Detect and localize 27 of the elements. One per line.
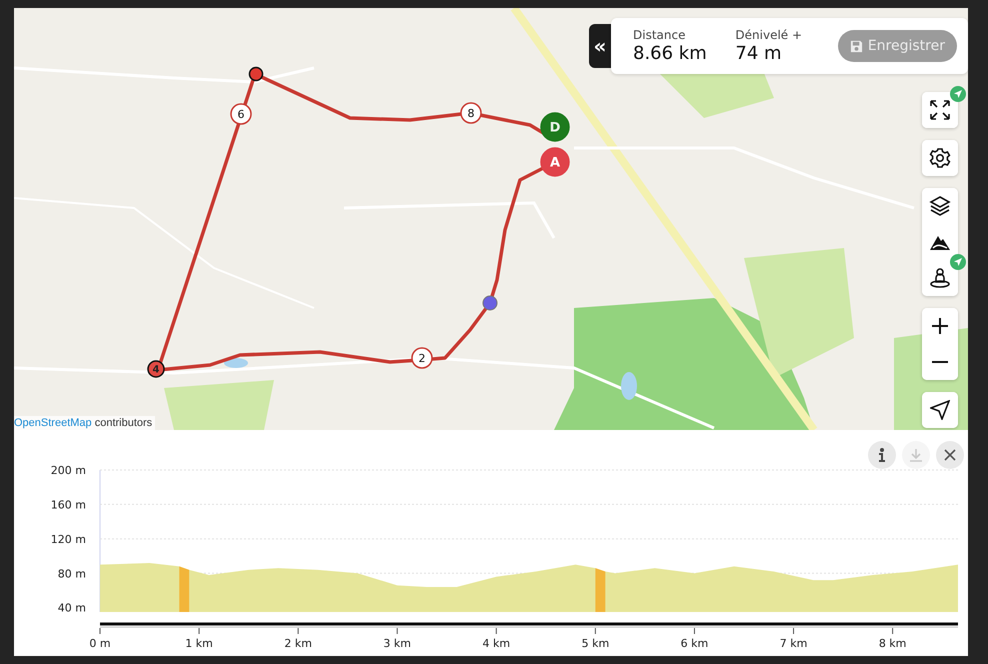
stat-label: Dénivelé + [735,28,804,42]
attribution-text: OpenStreetMap contributors [14,416,156,430]
x-tick-label: 5 km [582,637,610,650]
y-tick-label: 120 m [50,532,86,546]
x-tick-label: 8 km [878,637,906,650]
km-marker[interactable]: 8 [460,102,482,124]
km-marker[interactable]: 2 [411,347,433,369]
x-tick-label: 1 km [185,637,213,650]
stat-value: 8.66 km [633,43,708,64]
x-tick-label: 2 km [284,637,312,650]
x-tick-label: 4 km [482,637,510,650]
stat-label: Distance [633,28,686,42]
x-tick-label: 6 km [680,637,708,650]
km-marker[interactable]: 6 [230,103,252,125]
y-tick-label: 200 m [50,464,86,477]
collapse-button[interactable]: « [589,24,611,68]
y-tick-label: 80 m [58,567,86,580]
start-marker[interactable]: A [540,147,570,177]
waypoint-marker[interactable]: 4 [147,360,165,378]
attribution-link[interactable]: OpenStreetMap [14,417,92,429]
end-marker[interactable]: D [540,112,570,142]
y-tick-label: 160 m [50,498,86,512]
x-tick-label: 3 km [383,637,412,650]
x-tick-label: 7 km [780,637,808,650]
stat-value: 74 m [735,43,783,64]
x-tick-label: 0 m [89,637,111,650]
y-tick-label: 40 m [58,602,86,615]
